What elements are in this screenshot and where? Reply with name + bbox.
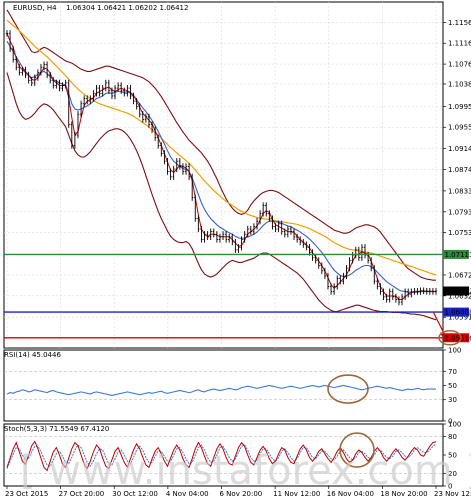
y-tick-label: 1.08740 — [448, 166, 471, 174]
y-tick-label: 1.08330 — [448, 187, 471, 195]
level-label: 1.06008 — [445, 309, 471, 317]
rsi-tick-label: 30 — [448, 396, 457, 404]
y-tick-label: 1.09950 — [448, 103, 471, 111]
y-tick-label: 1.11160 — [448, 40, 471, 48]
main-price-panel: 1.11560 1.11160 1.10760 1.10380 1.09950 1.095… — [3, 1, 471, 349]
rsi-panel: 1007050300 — [3, 347, 461, 426]
watermark: [ www.instaforex.com ] — [20, 448, 471, 494]
y-tick-label: 1.11560 — [448, 19, 471, 27]
level-label: 1.07113 — [445, 251, 471, 259]
y-tick-label: 1.10380 — [448, 80, 471, 88]
stoch-panel-title: Stoch(5,3,3) 71.5549 67.4120 — [4, 425, 109, 433]
ohlc-readout: 1.06304 1.06421 1.06202 1.06412 — [66, 4, 188, 12]
stoch-tick-label: 100 — [448, 421, 461, 429]
level-label: 1.05516 — [445, 334, 471, 342]
rsi-tick-label: 50 — [448, 382, 457, 390]
rsi-tick-label: 100 — [448, 347, 461, 355]
main-panel-title: EURUSD, H4 — [13, 4, 57, 12]
stoch-tick-label: 80 — [448, 433, 457, 441]
rsi-panel-title: RSI(14) 45.0446 — [4, 351, 61, 359]
y-tick-label: 1.07930 — [448, 208, 471, 216]
trading-chart: 1.11560 1.11160 1.10760 1.10380 1.09950 1.095… — [3, 1, 471, 498]
y-tick-label: 1.07530 — [448, 229, 471, 237]
current-price-label: 1.06412 — [445, 288, 471, 296]
y-tick-label: 1.06720 — [448, 271, 471, 279]
y-tick-label: 1.09550 — [448, 124, 471, 132]
y-tick-label: 1.10760 — [448, 61, 471, 69]
panel-frame — [3, 349, 444, 422]
y-tick-label: 1.09140 — [448, 145, 471, 153]
rsi-tick-label: 70 — [448, 368, 457, 376]
